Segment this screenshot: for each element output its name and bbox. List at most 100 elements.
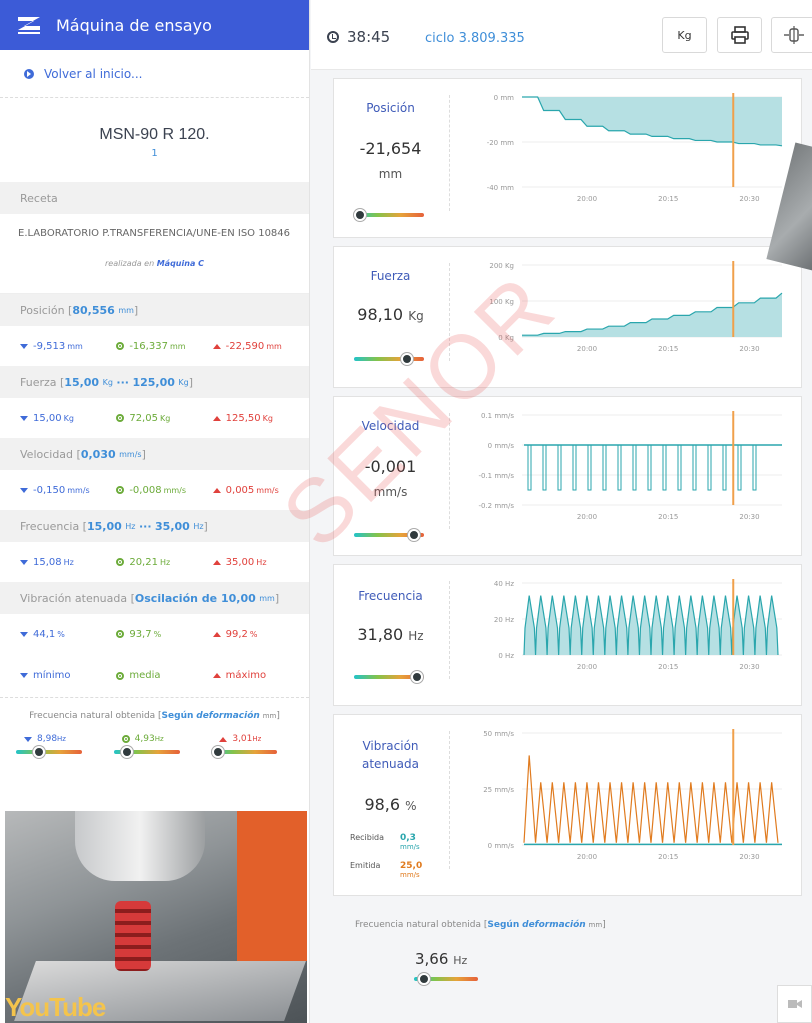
section-dots: ··· — [138, 519, 152, 533]
play-circle-icon — [24, 68, 34, 79]
brand-header[interactable]: Máquina de ensayo — [0, 0, 309, 50]
natural-max-value: 3,01 — [232, 734, 253, 744]
natural-avg: 4,93 Hz — [113, 734, 212, 784]
series-spike — [602, 444, 607, 491]
section-unit: mm/s — [119, 449, 142, 459]
stat-value: -0,150 — [33, 484, 66, 496]
camera-button[interactable] — [777, 985, 812, 1023]
received-value: 0,3 mm/s — [400, 833, 420, 851]
triangle-up-icon — [212, 559, 221, 565]
series-spike — [527, 444, 532, 491]
target-icon — [116, 342, 125, 350]
stats-fuerza: 15,00 Kg 72,05 Kg 125,50 Kg — [0, 398, 309, 438]
received-unit: mm/s — [400, 843, 420, 851]
stat-value: 93,7 — [129, 628, 152, 640]
natural-min-slider[interactable] — [16, 746, 82, 758]
stats-velocidad: -0,150 mm/s -0,008 mm/s 0,005 mm/s — [0, 470, 309, 510]
legend-max: máximo — [212, 670, 309, 681]
natural-label: Frecuencia natural obtenida [ — [29, 711, 162, 721]
stat-value: 72,05 — [129, 412, 158, 424]
series-spike — [587, 444, 592, 491]
series-spike — [722, 444, 727, 491]
y-tick-label: 100 Kg — [489, 298, 514, 306]
panel-value: -0,001 — [364, 457, 417, 476]
y-tick-label: -0.1 mm/s — [478, 472, 514, 480]
made-prefix: realizada en — [104, 259, 155, 268]
made-machine-link[interactable]: Máquina C — [157, 259, 204, 268]
y-tick-label: 40 Hz — [494, 580, 514, 588]
triangle-up-icon — [212, 487, 221, 493]
stat-unit: Hz — [159, 557, 171, 567]
panel-unit: mm/s — [373, 485, 408, 499]
x-tick-label: 20:15 — [658, 345, 678, 353]
y-tick-label: 25 mm/s — [483, 786, 514, 794]
natural-avg-slider[interactable] — [113, 746, 180, 758]
elapsed-time-value: 38:45 — [347, 28, 391, 46]
back-label: Volver al inicio... — [44, 66, 143, 81]
panel-value-number: 31,80 — [357, 625, 404, 644]
series-spike — [572, 444, 577, 491]
section-range: 80,556 — [72, 303, 115, 317]
stats-vibracion: 44,1% 93,7% 99,2% — [0, 614, 309, 654]
stat-avg: -16,337 mm — [116, 341, 212, 352]
section-close: ] — [141, 447, 146, 461]
video-camera-icon — [787, 1000, 802, 1008]
legend-max-label: máximo — [225, 670, 267, 681]
back-link[interactable]: Volver al inicio... — [0, 50, 309, 98]
printer-icon — [730, 26, 749, 44]
youtube-logo: YouTube — [5, 992, 106, 1022]
slider-knob — [417, 973, 430, 985]
received-number: 0,3 — [400, 833, 416, 843]
stats-frecuencia: 15,08 Hz 20,21 Hz 35,00 Hz — [0, 542, 309, 582]
triangle-down-icon — [24, 736, 32, 742]
machine-spindle — [75, 811, 205, 881]
target-icon — [116, 558, 125, 566]
triangle-down-icon — [20, 415, 28, 421]
stat-unit: Kg — [262, 413, 273, 423]
print-button[interactable] — [717, 17, 762, 53]
legend-avg: media — [116, 670, 212, 681]
panel-title-line2: atenuada — [362, 757, 419, 771]
natural-max-slider[interactable] — [211, 746, 278, 758]
received-label: Recibida — [350, 833, 385, 842]
section-range: 15,00 — [86, 519, 122, 533]
stat-unit: Hz — [154, 735, 164, 743]
stat-unit: Hz — [57, 735, 66, 743]
stat-value: 35,00 — [225, 556, 255, 568]
section-close: ] — [133, 303, 139, 317]
natural-sliders: 8,98 Hz 4,93 Hz 3,01 Hz — [0, 734, 309, 784]
video-thumbnail[interactable]: YouTube — [5, 811, 307, 1023]
stat-value: 0,005 — [225, 484, 255, 496]
stat-min: 44,1% — [20, 629, 116, 640]
natural-avg-value: 4,93 — [134, 734, 155, 744]
spring-view-button[interactable] — [771, 17, 812, 53]
stat-unit: Hz — [252, 735, 262, 743]
unit-button[interactable]: Kg — [662, 17, 707, 53]
panel-value: 98,6 % — [334, 795, 447, 814]
slider-knob[interactable] — [120, 746, 133, 758]
panel-title: Velocidad — [361, 419, 420, 433]
slider-knob — [407, 529, 420, 541]
series-area — [522, 97, 782, 146]
divider — [449, 95, 450, 211]
stat-value: 99,2 — [225, 628, 248, 640]
panel-level-bar — [354, 353, 424, 365]
y-tick-label: 0 mm — [494, 94, 514, 102]
section-close: ] — [274, 591, 280, 605]
recipe-header: Receta — [0, 182, 309, 214]
section-range: 15,00 — [64, 375, 100, 389]
target-icon — [116, 671, 125, 680]
panel-title: Posición — [366, 101, 415, 115]
triangle-up-icon — [212, 415, 221, 421]
x-tick-label: 20:30 — [739, 345, 759, 353]
triangle-down-icon — [20, 673, 28, 678]
section-label: Velocidad [ — [20, 447, 81, 461]
chart-velocidad: 0.1 mm/s 0 mm/s -0.1 mm/s -0.2 mm/s 20:00 20:… — [478, 411, 782, 521]
slider-knob[interactable] — [33, 746, 46, 758]
slider-knob — [400, 353, 413, 365]
series-spike — [737, 444, 742, 491]
series-spike — [542, 444, 547, 491]
slider-knob[interactable] — [211, 746, 224, 758]
stat-value: -0,008 — [129, 484, 162, 496]
y-tick-label: -40 mm — [487, 184, 514, 192]
